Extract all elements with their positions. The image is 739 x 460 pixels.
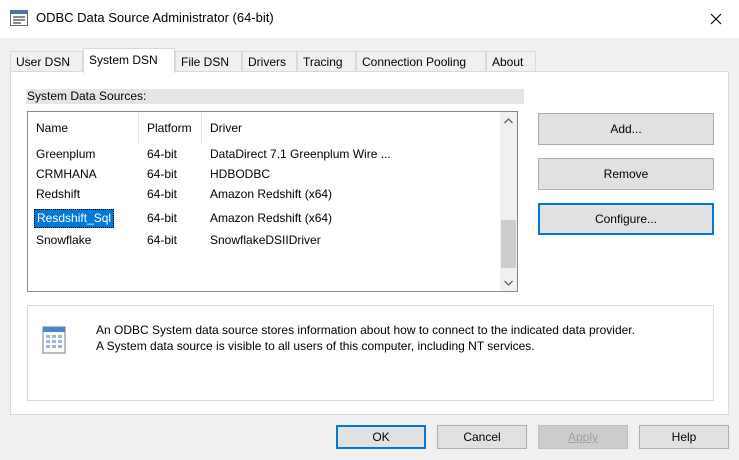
ok-button[interactable]: OK <box>336 425 426 449</box>
remove-button[interactable]: Remove <box>538 158 714 190</box>
row-platform: 64-bit <box>147 147 178 161</box>
table-row-selected[interactable]: Resdshift_Sql 64-bit Amazon Redshift (x6… <box>28 209 500 228</box>
tab-system-dsn[interactable]: System DSN <box>83 48 175 73</box>
tab-connection-pooling[interactable]: Connection Pooling <box>356 51 486 72</box>
system-dsn-panel: System Data Sources: Name Platform Drive… <box>10 71 729 415</box>
configure-button-label: Configure... <box>594 212 658 226</box>
add-button[interactable]: Add... <box>538 113 714 145</box>
row-platform: 64-bit <box>147 167 178 181</box>
row-driver: Amazon Redshift (x64) <box>210 211 333 225</box>
table-row[interactable]: Greenplum 64-bit DataDirect 7.1 Greenplu… <box>28 145 500 163</box>
title-bar: ODBC Data Source Administrator (64-bit) <box>0 0 739 38</box>
row-name: Redshift <box>36 187 81 201</box>
add-button-label: Add... <box>610 122 642 136</box>
row-name: Resdshift_Sql <box>34 209 115 228</box>
chevron-down-icon <box>504 280 513 286</box>
remove-button-label: Remove <box>603 167 649 181</box>
cancel-button-label: Cancel <box>463 430 501 444</box>
apply-button[interactable]: Apply <box>538 425 628 449</box>
scroll-up-button[interactable] <box>500 112 517 129</box>
row-driver: DataDirect 7.1 Greenplum Wire ... <box>210 147 391 161</box>
tab-file-dsn[interactable]: File DSN <box>175 51 242 72</box>
tab-user-dsn[interactable]: User DSN <box>10 51 83 72</box>
table-row[interactable]: Redshift 64-bit Amazon Redshift (x64) <box>28 185 500 203</box>
list-scrollbar[interactable] <box>500 112 517 291</box>
column-header-name[interactable]: Name <box>28 112 138 144</box>
window-title: ODBC Data Source Administrator (64-bit) <box>36 10 274 25</box>
scrollbar-thumb[interactable] <box>501 220 516 268</box>
ok-button-label: OK <box>372 430 390 444</box>
close-icon <box>710 13 722 25</box>
row-platform: 64-bit <box>147 233 178 247</box>
tab-drivers[interactable]: Drivers <box>242 51 297 72</box>
row-name: CRMHANA <box>36 167 97 181</box>
row-platform: 64-bit <box>147 187 178 201</box>
tab-about[interactable]: About <box>486 51 536 72</box>
data-sources-list[interactable]: Name Platform Driver Greenplum 64-bit Da… <box>27 111 518 292</box>
cancel-button[interactable]: Cancel <box>437 425 527 449</box>
table-row[interactable]: Snowflake 64-bit SnowflakeDSIIDriver <box>28 231 500 249</box>
table-row[interactable]: CRMHANA 64-bit HDBODBC <box>28 165 500 183</box>
chevron-up-icon <box>504 117 513 123</box>
help-button[interactable]: Help <box>639 425 729 449</box>
close-button[interactable] <box>693 0 739 38</box>
data-source-icon <box>42 326 66 354</box>
row-platform: 64-bit <box>147 211 178 225</box>
tab-tracing[interactable]: Tracing <box>297 51 356 72</box>
row-driver: HDBODBC <box>210 167 271 181</box>
configure-button[interactable]: Configure... <box>538 203 714 235</box>
info-line-1: An ODBC System data source stores inform… <box>96 323 635 337</box>
odbc-app-icon <box>10 10 28 26</box>
info-line-2: A System data source is visible to all u… <box>96 339 535 353</box>
row-name: Greenplum <box>36 147 96 161</box>
column-header-driver[interactable]: Driver <box>202 112 500 144</box>
column-header-platform[interactable]: Platform <box>139 112 201 144</box>
row-driver: SnowflakeDSIIDriver <box>210 233 321 247</box>
help-button-label: Help <box>671 430 697 444</box>
apply-button-label: Apply <box>567 430 599 444</box>
info-box: An ODBC System data source stores inform… <box>27 305 714 401</box>
info-text: An ODBC System data source stores inform… <box>96 322 635 354</box>
row-driver: Amazon Redshift (x64) <box>210 187 333 201</box>
scroll-down-button[interactable] <box>500 274 517 291</box>
system-data-sources-label: System Data Sources: <box>26 89 524 104</box>
row-name: Snowflake <box>36 233 92 247</box>
